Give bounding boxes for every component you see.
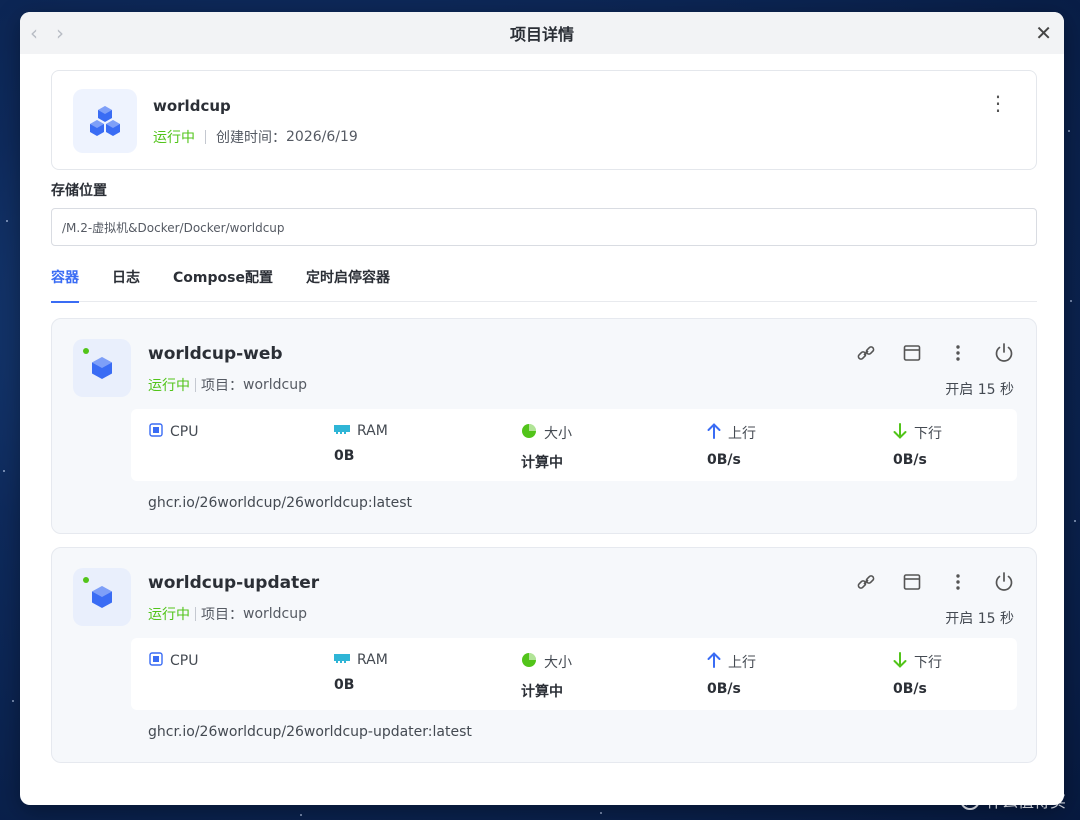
ram-value: 0B (334, 677, 355, 693)
divider (195, 607, 196, 621)
download-value: 0B/s (893, 452, 927, 468)
ram-label: RAM (357, 652, 388, 668)
created-date: 2026/6/19 (286, 129, 358, 145)
container-actions (854, 570, 1016, 594)
power-icon[interactable] (992, 341, 1016, 365)
running-dot (83, 348, 89, 354)
titlebar: ‹ › 项目详情 ✕ (20, 12, 1064, 54)
more-icon[interactable]: ⋮ (988, 93, 1008, 113)
container-meta: 运行中 项目： worldcup (148, 375, 307, 395)
uptime-text: 开启 15 秒 (945, 382, 1014, 398)
divider (205, 130, 206, 144)
stat-download: 下行 0B/s (893, 652, 942, 697)
terminal-window-icon[interactable] (900, 341, 924, 365)
tab-logs[interactable]: 日志 (112, 264, 140, 302)
project-status: 运行中 (153, 130, 195, 146)
project-label: 项目： (201, 378, 243, 394)
upload-value: 0B/s (707, 452, 741, 468)
cpu-icon (149, 423, 163, 441)
tab-containers[interactable]: 容器 (51, 264, 79, 303)
ram-icon (334, 652, 350, 668)
more-vertical-icon[interactable] (946, 570, 970, 594)
cpu-icon (149, 652, 163, 670)
upload-label: 上行 (728, 655, 756, 671)
stats-panel: CPU RAM 0B 大小 计算中 上行 0B/s 下行 0B/s (131, 638, 1017, 710)
back-icon[interactable]: ‹ (30, 23, 38, 43)
terminal-window-icon[interactable] (900, 570, 924, 594)
container-name: worldcup-updater (148, 573, 320, 593)
stat-ram: RAM 0B (334, 423, 388, 464)
size-label: 大小 (544, 426, 572, 442)
container-card: worldcup-web 运行中 项目： worldcup 开启 15 秒 CP… (51, 318, 1037, 534)
watermark-text: 什么值得买 (985, 792, 1066, 811)
watermark: 值 什么值得买 (959, 788, 1066, 812)
window-title: 项目详情 (509, 25, 574, 44)
container-status: 运行中 (148, 607, 190, 623)
tab-bar: 容器 日志 Compose配置 定时启停容器 (51, 264, 1037, 303)
uptime-text: 开启 15 秒 (945, 611, 1014, 627)
created-label: 创建时间： (216, 130, 286, 146)
storage-label: 存储位置 (51, 183, 107, 199)
project-details-window: ‹ › 项目详情 ✕ worldcup 运行中 创建时间： 2026/6/19 … (20, 12, 1064, 805)
link-icon[interactable] (854, 341, 878, 365)
watermark-logo-icon: 值 (959, 790, 980, 810)
ram-label: RAM (357, 423, 388, 439)
container-cube-icon (73, 568, 131, 626)
container-actions (854, 341, 1016, 365)
stat-download: 下行 0B/s (893, 423, 942, 468)
download-label: 下行 (914, 426, 942, 442)
stat-size: 大小 计算中 (521, 652, 572, 701)
cpu-label: CPU (170, 424, 199, 440)
stat-size: 大小 计算中 (521, 423, 572, 472)
project-label: 项目： (201, 607, 243, 623)
container-meta: 运行中 项目： worldcup (148, 604, 307, 624)
upload-label: 上行 (728, 426, 756, 442)
link-icon[interactable] (854, 570, 878, 594)
image-name: ghcr.io/26worldcup/26worldcup-updater:la… (148, 724, 472, 740)
container-status: 运行中 (148, 378, 190, 394)
close-icon[interactable]: ✕ (1035, 12, 1052, 54)
stat-upload: 上行 0B/s (707, 652, 756, 697)
arrow-up-icon (707, 652, 721, 672)
project-cubes-icon (73, 89, 137, 153)
storage-path-input[interactable] (51, 208, 1037, 246)
stats-panel: CPU RAM 0B 大小 计算中 上行 0B/s 下行 0B/s (131, 409, 1017, 481)
project-name: worldcup (153, 97, 231, 115)
divider (195, 378, 196, 392)
download-label: 下行 (914, 655, 942, 671)
size-value: 计算中 (521, 455, 563, 471)
arrow-down-icon (893, 652, 907, 672)
project-card: worldcup 运行中 创建时间： 2026/6/19 ⋮ (51, 70, 1037, 170)
power-icon[interactable] (992, 570, 1016, 594)
pie-chart-icon (521, 423, 537, 443)
pie-chart-icon (521, 652, 537, 672)
running-dot (83, 577, 89, 583)
more-vertical-icon[interactable] (946, 341, 970, 365)
stat-cpu: CPU (149, 423, 198, 450)
download-value: 0B/s (893, 681, 927, 697)
ram-value: 0B (334, 448, 355, 464)
cpu-label: CPU (170, 653, 199, 669)
size-label: 大小 (544, 655, 572, 671)
forward-icon[interactable]: › (56, 23, 64, 43)
project-meta: 运行中 创建时间： 2026/6/19 (153, 127, 358, 147)
nav-buttons: ‹ › (30, 12, 64, 54)
upload-value: 0B/s (707, 681, 741, 697)
stat-ram: RAM 0B (334, 652, 388, 693)
container-name: worldcup-web (148, 344, 283, 364)
arrow-up-icon (707, 423, 721, 443)
arrow-down-icon (893, 423, 907, 443)
container-card: worldcup-updater 运行中 项目： worldcup 开启 15 … (51, 547, 1037, 763)
project-value: worldcup (243, 377, 308, 393)
tab-scheduled-start-stop[interactable]: 定时启停容器 (306, 264, 390, 302)
stat-upload: 上行 0B/s (707, 423, 756, 468)
ram-icon (334, 423, 350, 439)
container-cube-icon (73, 339, 131, 397)
stat-cpu: CPU (149, 652, 198, 679)
size-value: 计算中 (521, 684, 563, 700)
project-value: worldcup (243, 606, 308, 622)
tab-compose-config[interactable]: Compose配置 (173, 264, 273, 302)
image-name: ghcr.io/26worldcup/26worldcup:latest (148, 495, 412, 511)
